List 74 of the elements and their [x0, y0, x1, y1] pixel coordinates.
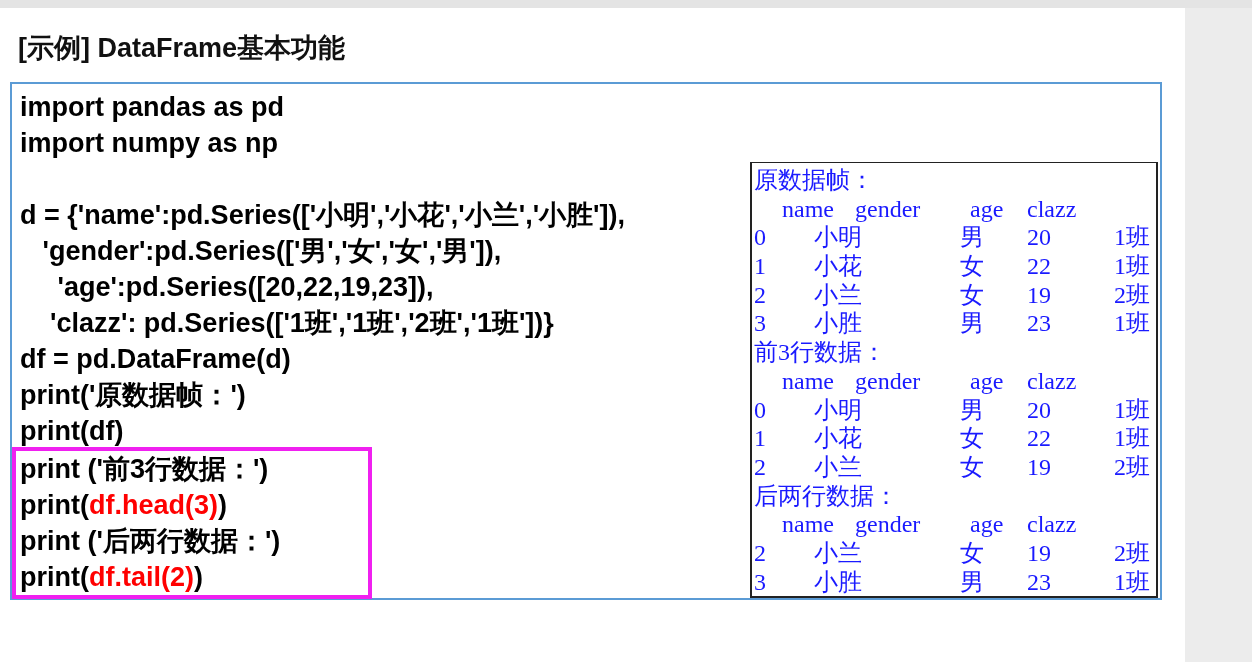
column-header: clazz	[1027, 510, 1078, 539]
output-cell-text: 19	[1027, 538, 1052, 568]
code-line: 'gender':pd.Series(['男','女','女','男']),	[41, 235, 503, 268]
output-cell-text: 男	[960, 309, 985, 339]
output-cell-text: 小花	[814, 252, 863, 281]
output-cell-text: 2	[754, 538, 767, 568]
output-cell-text: 1班	[1114, 223, 1151, 253]
output-cell-text: 女	[960, 252, 985, 281]
code-line: print(df.tail(2))	[20, 561, 204, 594]
code-line: df = pd.DataFrame(d)	[20, 343, 292, 376]
code-line: print(df.head(3))	[20, 489, 228, 522]
output-cell-text: 1班	[1114, 395, 1151, 425]
output-cell-text: 2班	[1114, 538, 1151, 568]
output-cell-text: 男	[960, 395, 985, 425]
output-cell-text: 1班	[1114, 424, 1151, 453]
output-cell-text: 0	[754, 395, 767, 425]
column-header: gender	[855, 510, 922, 539]
output-cell-text: 2班	[1114, 280, 1151, 310]
column-header: name	[782, 194, 835, 224]
column-header: name	[782, 366, 835, 396]
slide-title: [示例] DataFrame基本功能	[18, 32, 347, 65]
output-cell-text: 1	[754, 252, 767, 281]
output-cell-text: 23	[1027, 309, 1052, 339]
output-cell-text: 女	[960, 280, 985, 310]
output-cell-text: 22	[1027, 252, 1052, 281]
code-line: print ('前3行数据：')	[20, 453, 270, 486]
output-cell-text: 小明	[814, 395, 863, 425]
column-header: name	[782, 510, 835, 539]
output-cell-text: 女	[960, 538, 985, 568]
output-cell-text: 1班	[1114, 252, 1151, 281]
output-cell-text: 3	[754, 567, 767, 597]
output-cell-text: 1班	[1114, 309, 1151, 339]
column-header: gender	[855, 366, 922, 396]
output-cell-text: 小兰	[814, 452, 863, 482]
code-line: d = {'name':pd.Series(['小明','小花','小兰','小胜']),	[20, 199, 626, 232]
output-cell-text: 19	[1027, 452, 1052, 482]
column-header: age	[970, 510, 1005, 539]
code-line: 'clazz': pd.Series(['1班','1班','2班','1班'])}	[49, 307, 555, 340]
code-line: 'age':pd.Series([20,22,19,23]),	[56, 271, 435, 304]
output-cell-text: 男	[960, 567, 985, 597]
code-line: import numpy as np	[20, 127, 280, 160]
output-cell-text: 小明	[814, 223, 863, 253]
output-cell-text: 23	[1027, 567, 1052, 597]
output-cell-text: 女	[960, 452, 985, 482]
output-cell-text: 0	[754, 223, 767, 253]
output-cell-text: 1	[754, 424, 767, 453]
output-cell-text: 20	[1027, 223, 1052, 253]
output-cell-text: 2	[754, 452, 767, 482]
output-cell-text: 3	[754, 309, 767, 339]
output-cell-text: 1班	[1114, 567, 1151, 597]
output-cell-text: 男	[960, 223, 985, 253]
code-line: print ('后两行数据：')	[20, 525, 281, 558]
output-cell-text: 小胜	[814, 567, 863, 597]
output-cell-text: 19	[1027, 280, 1052, 310]
output-cell-text: 20	[1027, 395, 1052, 425]
code-line: print('原数据帧：')	[20, 379, 247, 412]
column-header: age	[970, 194, 1005, 224]
column-header: age	[970, 366, 1005, 396]
output-cell-text: 22	[1027, 424, 1052, 453]
output-cell-text: 小胜	[814, 309, 863, 339]
output-cell-text: 2	[754, 280, 767, 310]
output-cell-text: 女	[960, 424, 985, 453]
output-cell-text: 2班	[1114, 452, 1151, 482]
column-header: clazz	[1027, 194, 1078, 224]
code-line: import pandas as pd	[20, 91, 286, 124]
code-line: print(df)	[20, 415, 125, 448]
output-heading: 原数据帧：	[754, 166, 875, 195]
output-heading: 后两行数据：	[754, 481, 899, 511]
output-cell-text: 小花	[814, 424, 863, 453]
output-cell-text: 小兰	[814, 538, 863, 568]
column-header: clazz	[1027, 366, 1078, 396]
output-cell-text: 小兰	[814, 280, 863, 310]
output-heading: 前3行数据：	[754, 338, 887, 367]
column-header: gender	[855, 194, 922, 224]
